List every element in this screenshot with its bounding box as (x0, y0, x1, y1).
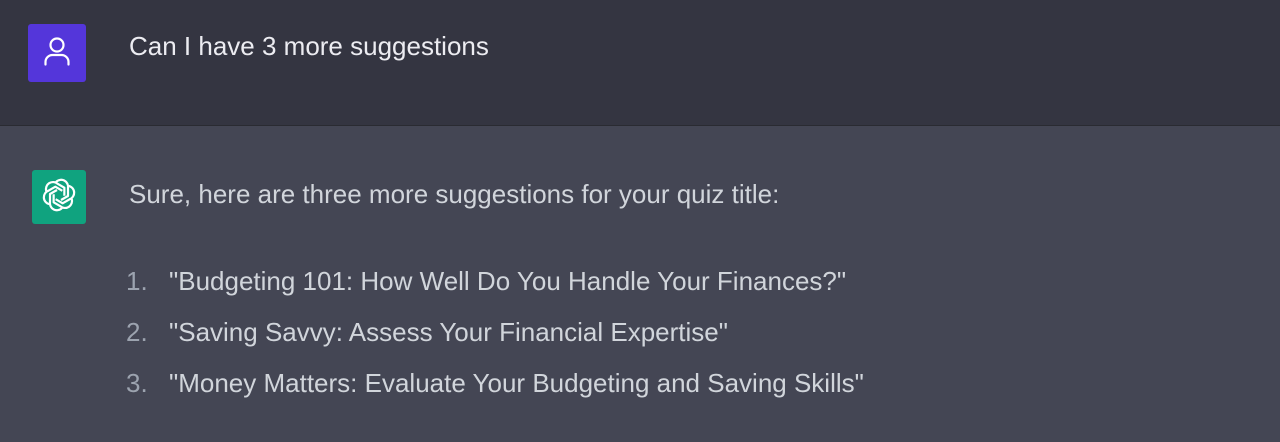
list-item-text: "Budgeting 101: How Well Do You Handle Y… (169, 266, 847, 296)
list-item-text: "Saving Savvy: Assess Your Financial Exp… (169, 317, 728, 347)
user-avatar (28, 24, 86, 82)
user-icon (43, 36, 71, 71)
list-item-number: 2. (126, 317, 148, 347)
user-message-text: Can I have 3 more suggestions (129, 31, 489, 61)
list-item-number: 3. (126, 368, 148, 398)
chat-conversation: Can I have 3 more suggestions Sure, here… (0, 0, 1280, 442)
assistant-avatar (32, 170, 86, 224)
assistant-message-row: Sure, here are three more suggestions fo… (0, 126, 1280, 442)
list-item-text: "Money Matters: Evaluate Your Budgeting … (169, 368, 864, 398)
assistant-intro-text: Sure, here are three more suggestions fo… (129, 179, 780, 209)
openai-logo-icon (39, 175, 79, 220)
user-message-row: Can I have 3 more suggestions (0, 0, 1280, 126)
list-item-number: 1. (126, 266, 148, 296)
